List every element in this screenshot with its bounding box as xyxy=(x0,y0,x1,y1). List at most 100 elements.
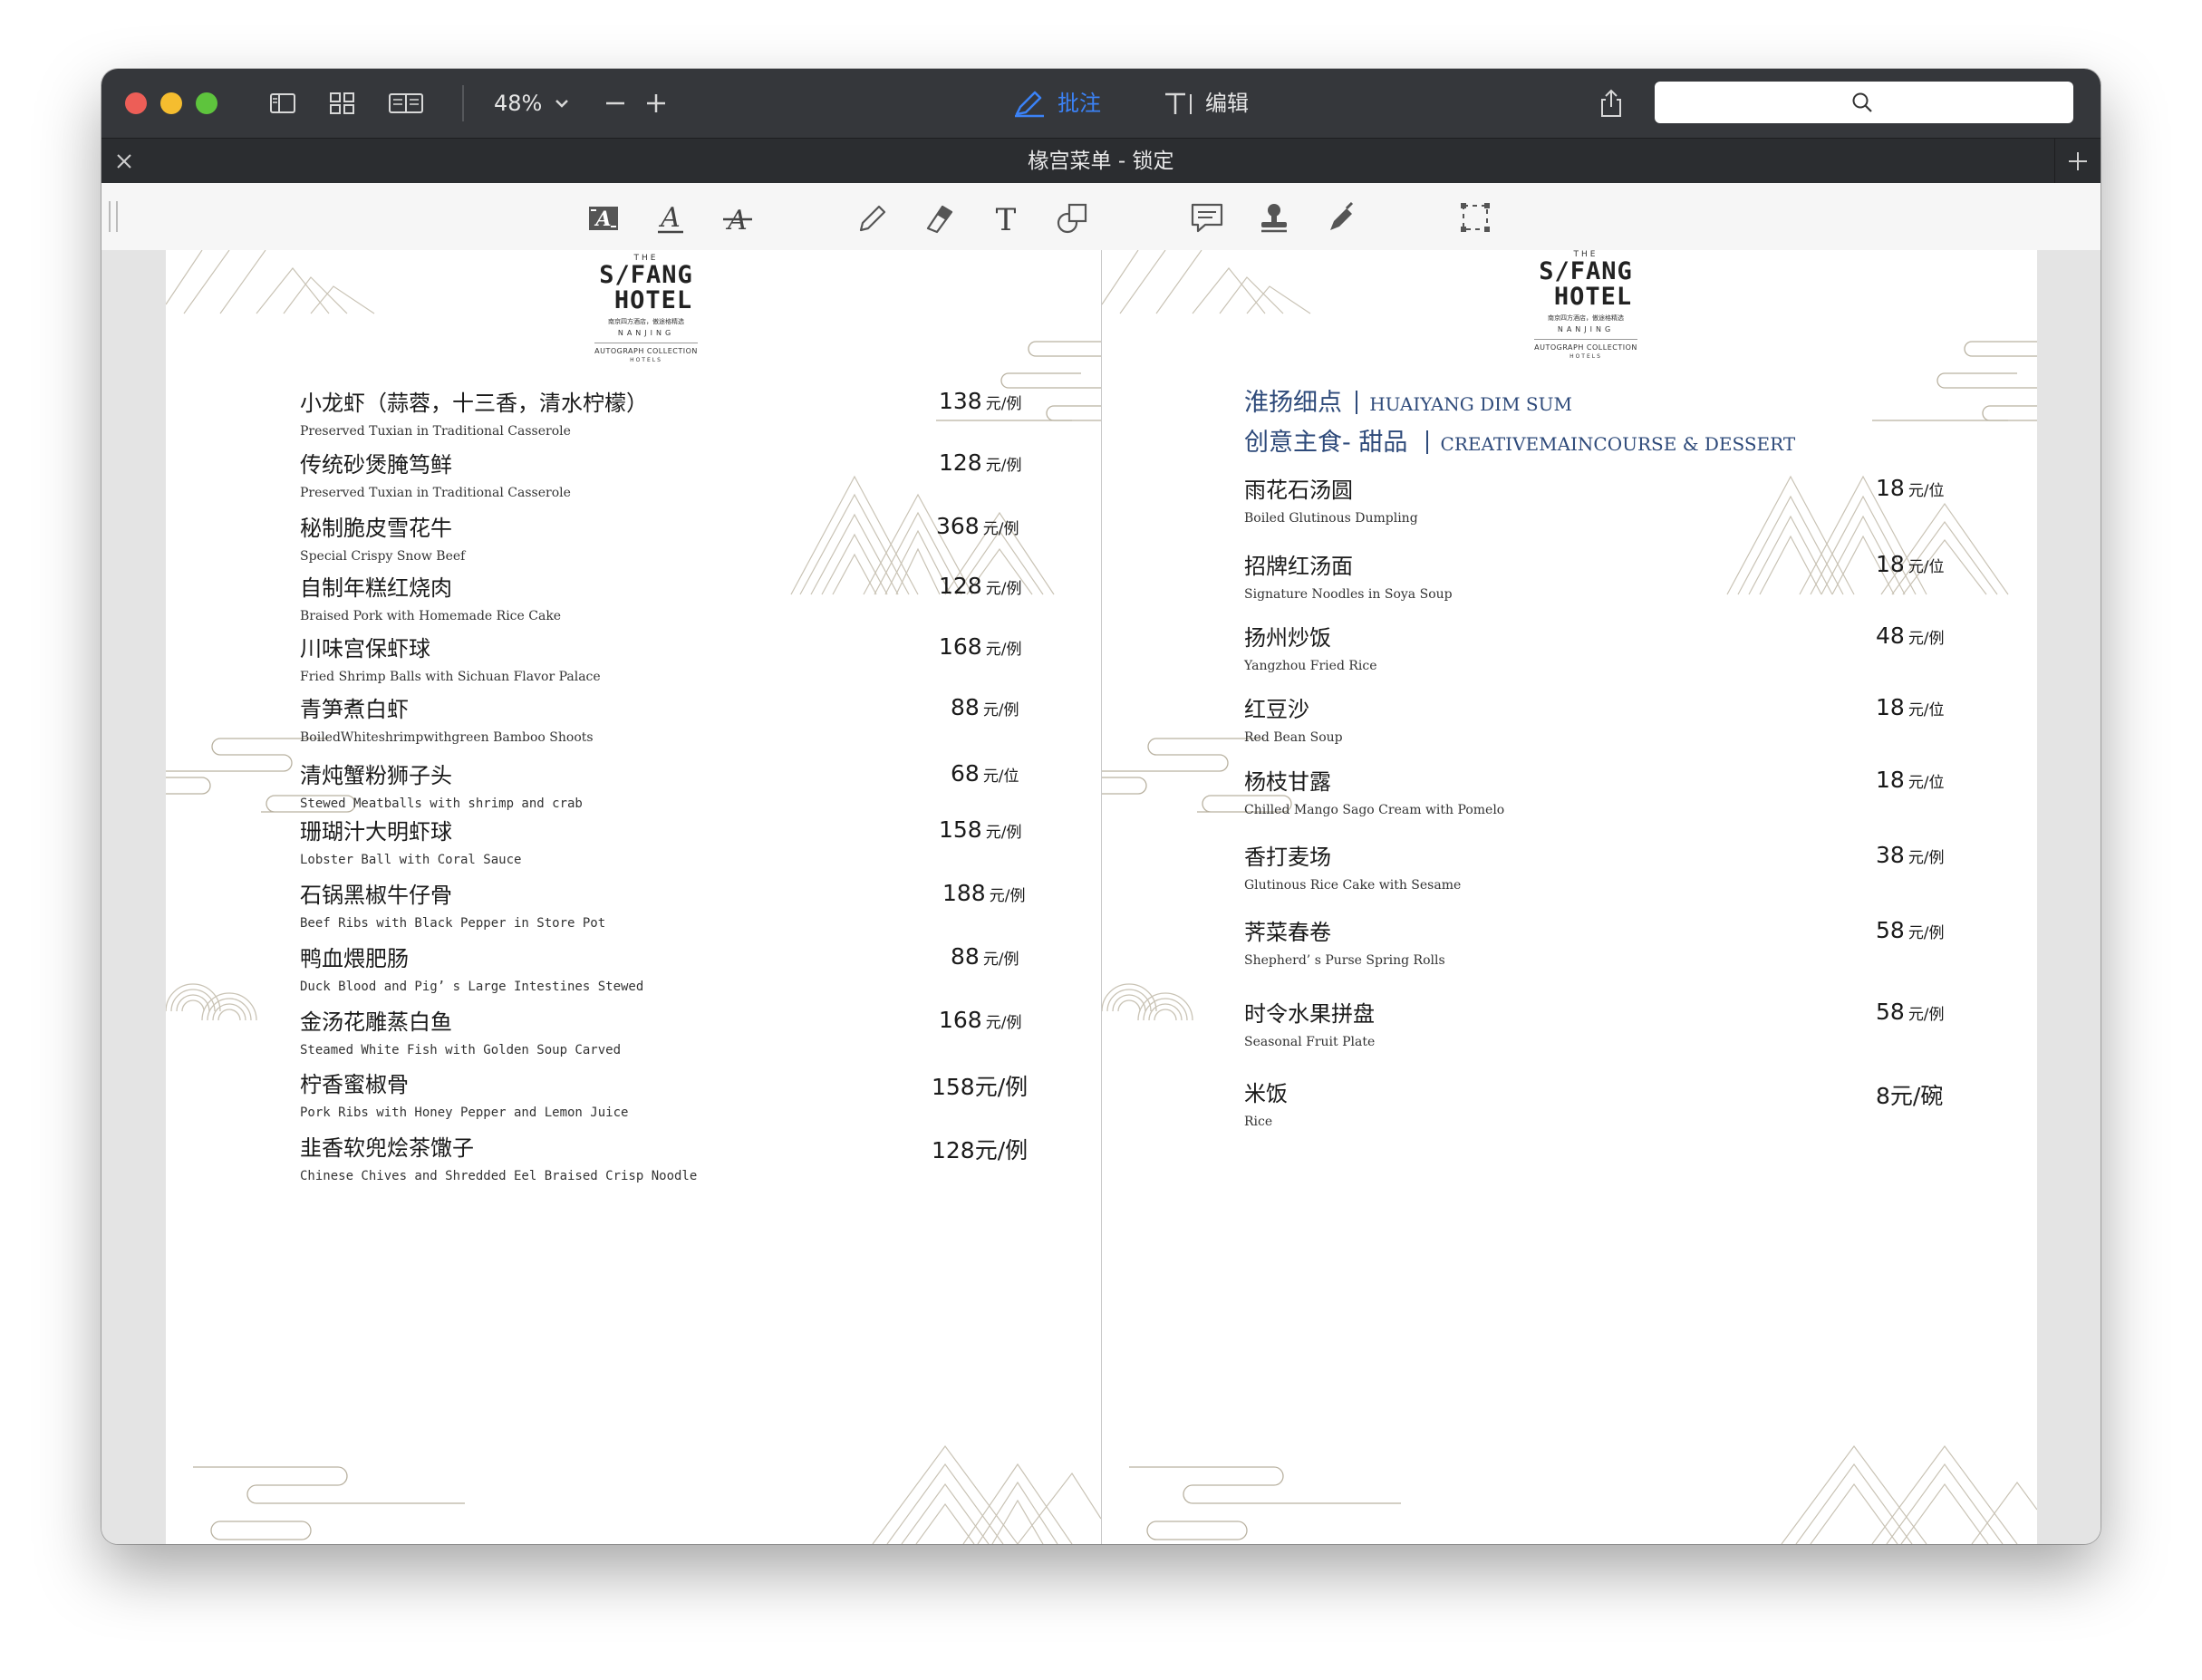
thumbnail-grid-icon[interactable] xyxy=(328,87,357,120)
new-tab-button[interactable] xyxy=(2054,139,2101,184)
menu-item-name-en: Steamed White Fish with Golden Soup Carv… xyxy=(300,1043,622,1057)
menu-item-name-en: Preserved Tuxian in Traditional Casserol… xyxy=(300,486,571,500)
text-tool-icon[interactable]: T xyxy=(988,199,1024,236)
edit-tab[interactable]: 编辑 xyxy=(1205,87,1249,120)
menu-item-name-zh: 柠香蜜椒骨 xyxy=(300,1072,409,1097)
price-value: 18 xyxy=(1876,551,1905,577)
price-unit: 元/位 xyxy=(982,768,1019,786)
menu-item-name-en: Yangzhou Fried Rice xyxy=(1244,659,1377,673)
logo-hotels-text: HOTELS xyxy=(1569,353,1602,360)
menu-item: 红豆沙 Red Bean Soup xyxy=(1244,696,1343,747)
underline-icon[interactable]: A xyxy=(652,199,689,236)
pencil-icon[interactable] xyxy=(854,199,890,236)
price-unit: 元/例 xyxy=(985,824,1022,842)
menu-item: 金汤花雕蒸白鱼 Steamed White Fish with Golden So… xyxy=(300,1009,621,1059)
price-value: 168 xyxy=(939,1007,982,1033)
page-layout-icon[interactable] xyxy=(388,87,424,120)
menu-item-name-zh: 扬州炒饭 xyxy=(1244,625,1331,651)
menu-item-name-en: Pork Ribs with Honey Pepper and Lemon Ju… xyxy=(300,1106,629,1120)
minimize-window-button[interactable] xyxy=(160,92,182,114)
menu-item: 荠菜春卷 Shepherd’ s Purse Spring Rolls xyxy=(1244,919,1445,970)
selection-icon[interactable] xyxy=(1457,199,1493,236)
price-unit: 元/例 xyxy=(985,580,1022,598)
menu-item-name-zh: 小龙虾（蒜蓉，十三香，清水柠檬） xyxy=(300,391,648,416)
share-icon[interactable] xyxy=(1597,87,1626,120)
menu-page-left: THE S/FANG HOTEL 南京四方酒店，傲途格精选 NANJING AU… xyxy=(166,250,1102,1544)
menu-item-name-en: Glutinous Rice Cake with Sesame xyxy=(1244,878,1462,893)
annotate-pen-icon[interactable] xyxy=(1011,87,1048,120)
menu-item: 川味宫保虾球 Fried Shrimp Balls with Sichuan Fl… xyxy=(300,635,601,686)
stamp-icon[interactable] xyxy=(1256,199,1292,236)
annotate-tab[interactable]: 批注 xyxy=(1058,87,1101,120)
eraser-icon[interactable] xyxy=(921,199,957,236)
price-unit: 元/例 xyxy=(985,457,1022,475)
text-style-icon[interactable]: A xyxy=(585,199,622,236)
menu-item-name-zh: 川味宫保虾球 xyxy=(300,636,430,661)
price-unit: 元/例 xyxy=(1907,1006,1945,1024)
zoom-in-icon[interactable] xyxy=(643,87,669,120)
plus-icon xyxy=(2069,152,2087,170)
toolbar-drag-handle[interactable] xyxy=(109,201,118,232)
menu-item-name-zh: 清炖蟹粉狮子头 xyxy=(300,763,452,788)
section-heading-dim-sum: 淮扬细点 HUAIYANG DIM SUM xyxy=(1244,382,1572,418)
logo-name-line2: HOTEL xyxy=(613,286,693,314)
menu-item-name-zh: 韭香软兜烩茶馓子 xyxy=(300,1135,474,1161)
document-viewport[interactable]: THE S/FANG HOTEL 南京四方酒店，傲途格精选 NANJING AU… xyxy=(101,250,2101,1544)
sidebar-toggle-icon[interactable] xyxy=(268,87,297,120)
menu-item: 鸭血煨肥肠 Duck Blood and Pig’ s Large Intesti… xyxy=(300,945,643,996)
menu-item-name-en: Chilled Mango Sago Cream with Pomelo xyxy=(1244,803,1505,817)
price-unit: 元/位 xyxy=(1907,482,1945,500)
price-value: 158 xyxy=(939,816,982,843)
menu-item-name-zh: 石锅黑椒牛仔骨 xyxy=(300,883,452,908)
menu-item: 秘制脆皮雪花牛 Special Crispy Snow Beef xyxy=(300,515,465,565)
menu-item-name-en: Beef Ribs with Black Pepper in Store Pot xyxy=(300,916,606,931)
close-window-button[interactable] xyxy=(125,92,147,114)
section-zh: 淮扬细点 xyxy=(1244,389,1342,417)
menu-item: 扬州炒饭 Yangzhou Fried Rice xyxy=(1244,624,1377,675)
price-unit: 元/例 xyxy=(1907,849,1945,867)
menu-item-name-en: Preserved Tuxian in Traditional Casserol… xyxy=(300,424,571,439)
menu-item-price: 168 元/例 xyxy=(939,1007,1021,1033)
price-unit: 元/例 xyxy=(985,1014,1022,1032)
price-value: 188 xyxy=(942,880,986,906)
menu-item-price: 68 元/位 xyxy=(951,760,1019,787)
menu-item-name-zh: 青笋煮白虾 xyxy=(300,697,409,722)
menu-item-name-en: Signature Noodles in Soya Soup xyxy=(1244,587,1453,602)
shape-icon[interactable] xyxy=(1055,199,1091,236)
strikethrough-icon[interactable]: A xyxy=(720,199,756,236)
menu-item-name-en: Special Crispy Snow Beef xyxy=(300,549,466,564)
menu-item-name-zh: 杨枝甘露 xyxy=(1244,769,1331,795)
menu-item-price: 128元/例 xyxy=(939,449,1021,476)
hotel-logo: THE S/FANG HOTEL 南京四方酒店，傲途格精选 NANJING AU… xyxy=(574,254,719,365)
price-value: 168 xyxy=(939,633,982,660)
logo-city: NANJING xyxy=(617,329,675,337)
document-title[interactable]: 椽宫菜单 - 锁定 xyxy=(101,139,2101,184)
menu-item-price: 138 元/例 xyxy=(939,388,1021,414)
menu-item-price: 58 元/例 xyxy=(1876,999,1945,1025)
zoom-window-button[interactable] xyxy=(196,92,217,114)
menu-item: 柠香蜜椒骨 Pork Ribs with Honey Pepper and Lem… xyxy=(300,1071,628,1122)
price-unit: 元/例 xyxy=(982,701,1019,719)
pdf-viewer-window: 48% 批注 编辑 椽宫菜单 - 锁定 A A A T THE S/FANG H… xyxy=(101,69,2101,1544)
comment-icon[interactable] xyxy=(1189,199,1225,236)
price-value: 8元/碗 xyxy=(1876,1083,1944,1109)
logo-collection: AUTOGRAPH COLLECTION HOTELS xyxy=(1534,339,1637,360)
menu-item-name-zh: 招牌红汤面 xyxy=(1244,554,1353,579)
menu-item-name-en: Boiled Glutinous Dumpling xyxy=(1244,511,1418,526)
chevron-down-icon[interactable] xyxy=(553,87,571,120)
price-unit: 元/例 xyxy=(982,951,1019,969)
signature-pen-icon[interactable] xyxy=(1323,199,1359,236)
edit-text-icon[interactable] xyxy=(1162,87,1196,120)
section-divider xyxy=(1356,391,1358,414)
logo-hotels-text: HOTELS xyxy=(630,357,662,363)
zoom-level[interactable]: 48% xyxy=(494,87,542,120)
menu-item: 雨花石汤圆 Boiled Glutinous Dumpling xyxy=(1244,477,1418,527)
menu-item: 香打麦场 Glutinous Rice Cake with Sesame xyxy=(1244,844,1461,894)
search-input[interactable] xyxy=(1655,82,2073,123)
logo-collection-text: AUTOGRAPH COLLECTION xyxy=(594,347,698,355)
logo-name-line2: HOTEL xyxy=(1553,283,1633,311)
price-unit: 元/位 xyxy=(1907,558,1945,576)
logo-collection: AUTOGRAPH COLLECTION HOTELS xyxy=(594,343,698,363)
section-zh: 创意主食- 甜品 xyxy=(1244,429,1408,457)
zoom-out-icon[interactable] xyxy=(603,87,628,120)
